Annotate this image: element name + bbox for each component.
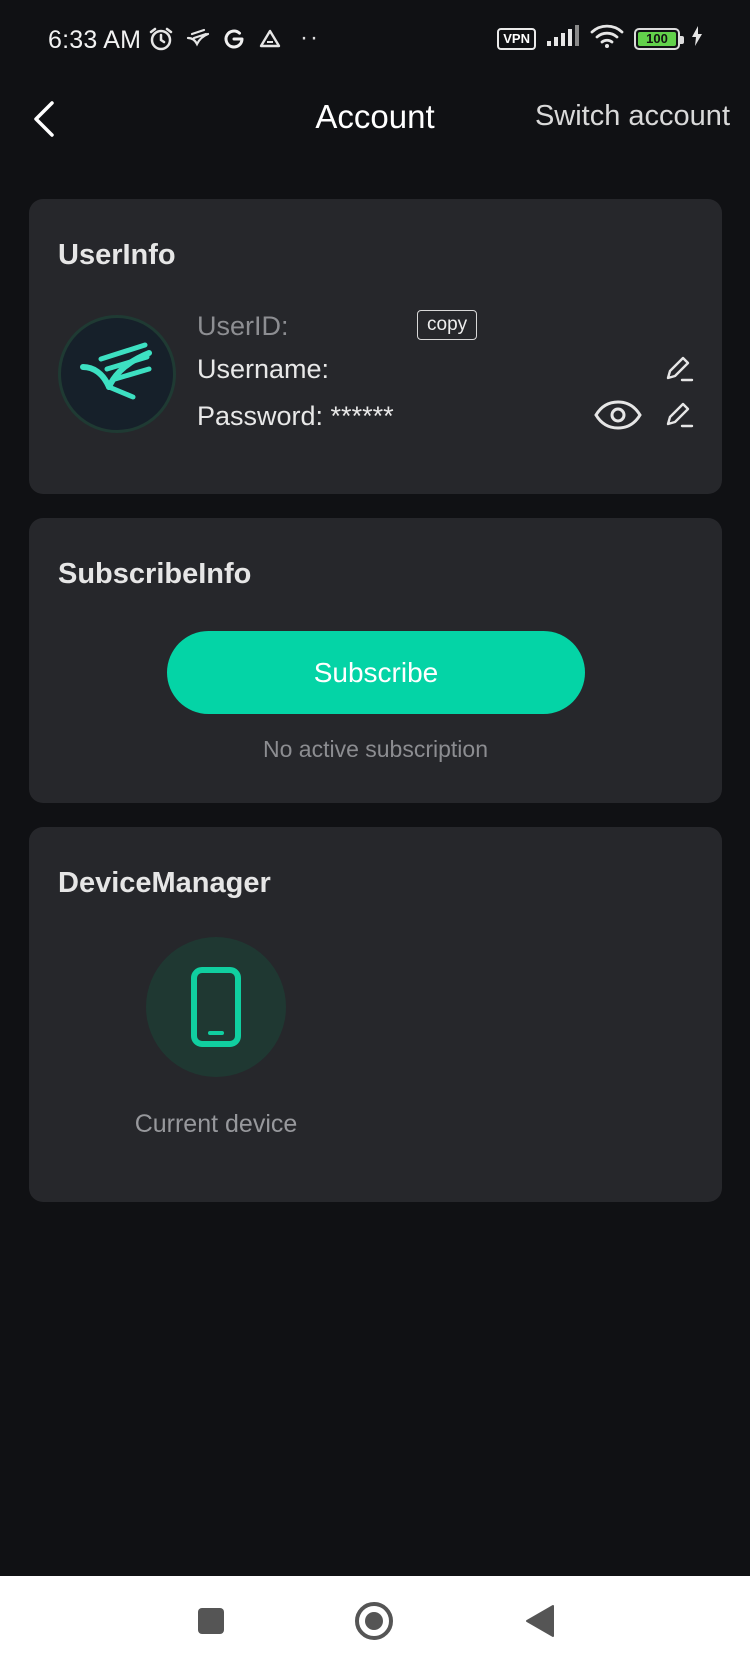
userid-label: UserID: <box>197 311 289 341</box>
home-button[interactable] <box>344 1596 404 1646</box>
charging-icon <box>690 25 704 52</box>
subscribe-info-card: SubscribeInfo Subscribe No active subscr… <box>29 518 722 803</box>
avatar <box>58 315 176 433</box>
battery-icon: 100 <box>634 27 684 50</box>
status-notification-icons <box>148 26 282 52</box>
triangle-back-icon <box>526 1605 554 1637</box>
switch-account-button[interactable]: Switch account <box>535 100 730 133</box>
phone-icon <box>191 967 241 1047</box>
app-header: Account Switch account <box>0 84 750 154</box>
system-nav-bar <box>0 1576 750 1666</box>
circle-icon <box>355 1602 393 1640</box>
copy-userid-button[interactable]: copy <box>417 310 478 340</box>
pencil-icon <box>666 356 694 382</box>
recents-button[interactable] <box>181 1596 241 1646</box>
user-info-card: UserInfo UserID: copy Username: Password… <box>29 199 722 494</box>
signal-icon <box>546 25 580 52</box>
edit-password-button[interactable] <box>661 397 697 433</box>
password-label: Password: ****** <box>197 401 394 431</box>
drive-icon <box>258 28 282 50</box>
status-bar: 6:33 AM ·· VPN 100 <box>0 0 750 84</box>
wifi-icon <box>590 24 624 53</box>
device-manager-card: DeviceManager Current device <box>29 827 722 1202</box>
current-device-tile[interactable] <box>146 937 286 1077</box>
status-time: 6:33 AM <box>48 26 142 54</box>
subscribe-info-title: SubscribeInfo <box>58 558 252 590</box>
show-password-toggle[interactable] <box>591 395 645 435</box>
edit-username-button[interactable] <box>661 351 697 387</box>
app-logo-icon <box>80 342 152 400</box>
subscribe-button[interactable]: Subscribe <box>167 631 585 714</box>
current-device-label: Current device <box>134 1110 298 1138</box>
user-info-title: UserInfo <box>58 239 176 271</box>
subscription-status: No active subscription <box>263 736 488 762</box>
account-screen: 6:33 AM ·· VPN 100 Account Switch accoun… <box>0 0 750 1666</box>
system-back-button[interactable] <box>510 1596 570 1646</box>
pencil-icon <box>666 402 694 428</box>
status-more-dots: ·· <box>300 24 320 51</box>
status-system-icons: VPN 100 <box>497 24 704 53</box>
battery-level: 100 <box>646 30 668 46</box>
vpn-icon: VPN <box>497 27 536 50</box>
battery-tip <box>680 35 684 44</box>
username-label: Username: <box>197 354 330 384</box>
app-bird-icon <box>186 28 210 50</box>
device-manager-title: DeviceManager <box>58 867 271 899</box>
google-icon <box>222 27 246 51</box>
alarm-icon <box>148 26 174 52</box>
eye-icon <box>594 400 642 430</box>
square-icon <box>198 1608 224 1634</box>
